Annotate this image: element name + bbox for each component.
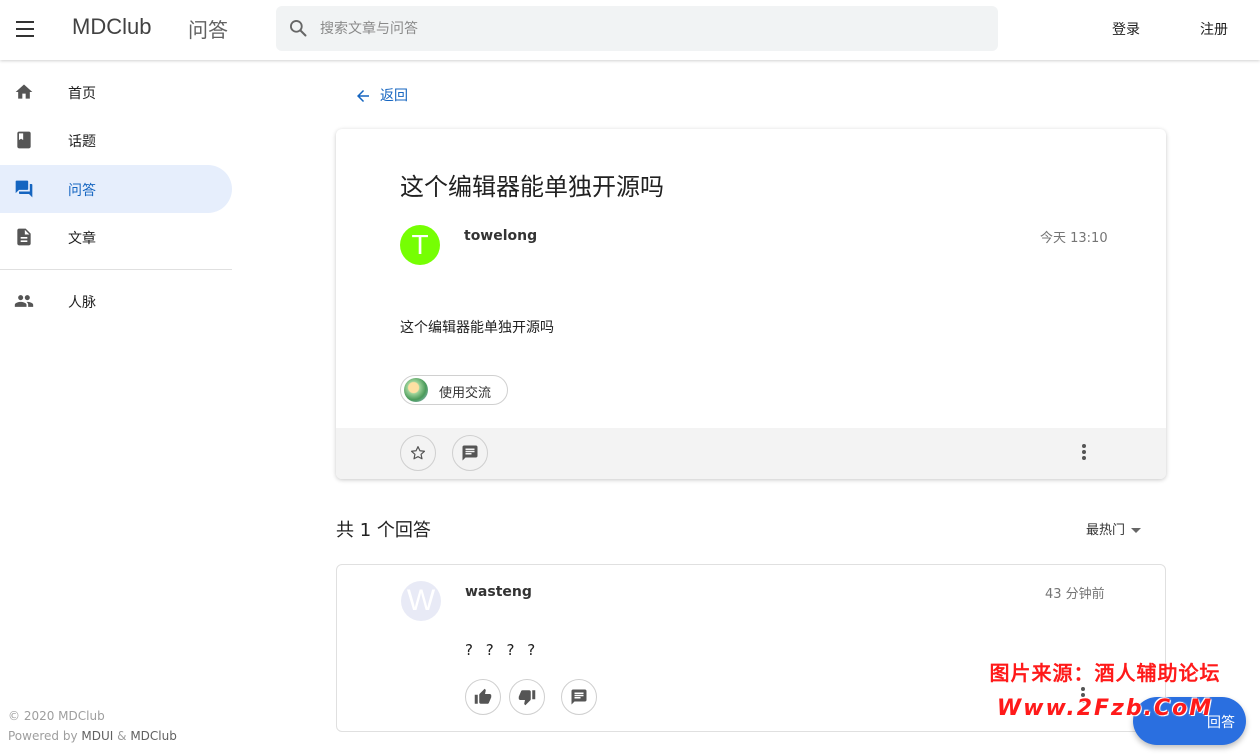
sidebar-footer: © 2020 MDClub Powered by MDUI & MDClub xyxy=(8,706,177,746)
ampersand: & xyxy=(117,729,127,743)
sidebar-item-topics[interactable]: 话题 xyxy=(0,116,232,164)
answers-count: 共 1 个回答 xyxy=(336,520,431,541)
page-section-title: 问答 xyxy=(188,18,228,42)
mdclub-link[interactable]: MDClub xyxy=(130,729,177,743)
login-button[interactable]: 登录 xyxy=(1112,19,1140,39)
description-icon xyxy=(17,228,31,246)
brand-logo[interactable]: MDClub xyxy=(72,14,151,40)
comment-button[interactable] xyxy=(452,435,488,471)
watermark-line1: 图片来源：酒人辅助论坛 xyxy=(989,661,1221,685)
watermark-line2: Www.2Fzb.CoM xyxy=(996,696,1214,721)
thumb-down-icon xyxy=(518,690,536,706)
avatar[interactable]: T xyxy=(400,225,440,265)
app-header: MDClub 问答 登录 注册 xyxy=(0,0,1260,60)
topic-chip[interactable]: 使用交流 xyxy=(400,375,508,405)
topic-thumbnail xyxy=(404,378,428,402)
mdui-link[interactable]: MDUI xyxy=(81,729,113,743)
answer-body: ? ? ? ? xyxy=(465,641,540,659)
back-label: 返回 xyxy=(380,88,408,104)
star-outline-icon xyxy=(410,446,426,460)
question-actions xyxy=(336,428,1166,479)
sort-label: 最热门 xyxy=(1086,523,1126,538)
sidebar-item-articles[interactable]: 文章 xyxy=(0,213,232,261)
sidebar: 首页 话题 问答 文章 人脉 © 2020 MDClub Powered by … xyxy=(0,60,232,754)
follow-button[interactable] xyxy=(400,435,436,471)
sidebar-item-label: 人脉 xyxy=(68,295,96,311)
search-input[interactable] xyxy=(320,6,970,51)
sidebar-item-label: 文章 xyxy=(68,231,96,247)
caret-down-icon xyxy=(1131,528,1142,533)
sidebar-item-label: 首页 xyxy=(68,86,96,102)
powered-by-text: Powered by MDUI & MDClub xyxy=(8,726,177,746)
question-author[interactable]: towelong xyxy=(464,228,537,244)
forum-icon xyxy=(15,180,33,198)
sidebar-item-label: 话题 xyxy=(68,134,96,150)
sidebar-item-home[interactable]: 首页 xyxy=(0,68,232,116)
answer-author[interactable]: wasteng xyxy=(465,584,532,600)
question-body: 这个编辑器能单独开源吗 xyxy=(400,320,554,336)
vote-down-button[interactable] xyxy=(509,679,545,715)
question-time: 今天 13:10 xyxy=(1040,231,1108,246)
book-icon xyxy=(17,131,31,149)
topic-label: 使用交流 xyxy=(439,386,492,401)
more-vert-icon[interactable] xyxy=(1072,442,1096,466)
search-icon xyxy=(290,20,307,37)
sidebar-item-people[interactable]: 人脉 xyxy=(0,277,232,325)
arrow-back-icon xyxy=(357,90,369,102)
thumb-up-icon xyxy=(474,688,492,704)
sidebar-divider xyxy=(0,269,232,270)
comment-icon xyxy=(571,689,587,705)
avatar[interactable]: W xyxy=(401,581,441,621)
comment-icon xyxy=(462,445,478,461)
sidebar-item-label: 问答 xyxy=(68,183,96,199)
menu-icon[interactable] xyxy=(12,16,38,42)
people-icon xyxy=(14,295,34,307)
vote-up-button[interactable] xyxy=(465,679,501,715)
sidebar-item-questions[interactable]: 问答 xyxy=(0,165,232,213)
search-bar[interactable] xyxy=(276,6,998,51)
register-button[interactable]: 注册 xyxy=(1200,19,1228,39)
powered-label: Powered by xyxy=(8,729,78,743)
answer-time: 43 分钟前 xyxy=(1045,587,1105,602)
home-icon xyxy=(15,84,33,99)
sort-dropdown[interactable]: 最热门 xyxy=(1086,519,1142,538)
copyright-text: © 2020 MDClub xyxy=(8,709,105,723)
watermark-overlay: 图片来源：酒人辅助论坛 Www.2Fzb.CoM xyxy=(970,657,1240,721)
answer-comment-button[interactable] xyxy=(561,679,597,715)
question-title: 这个编辑器能单独开源吗 xyxy=(400,173,664,201)
question-card: 这个编辑器能单独开源吗 T towelong 今天 13:10 这个编辑器能单独… xyxy=(336,129,1166,479)
